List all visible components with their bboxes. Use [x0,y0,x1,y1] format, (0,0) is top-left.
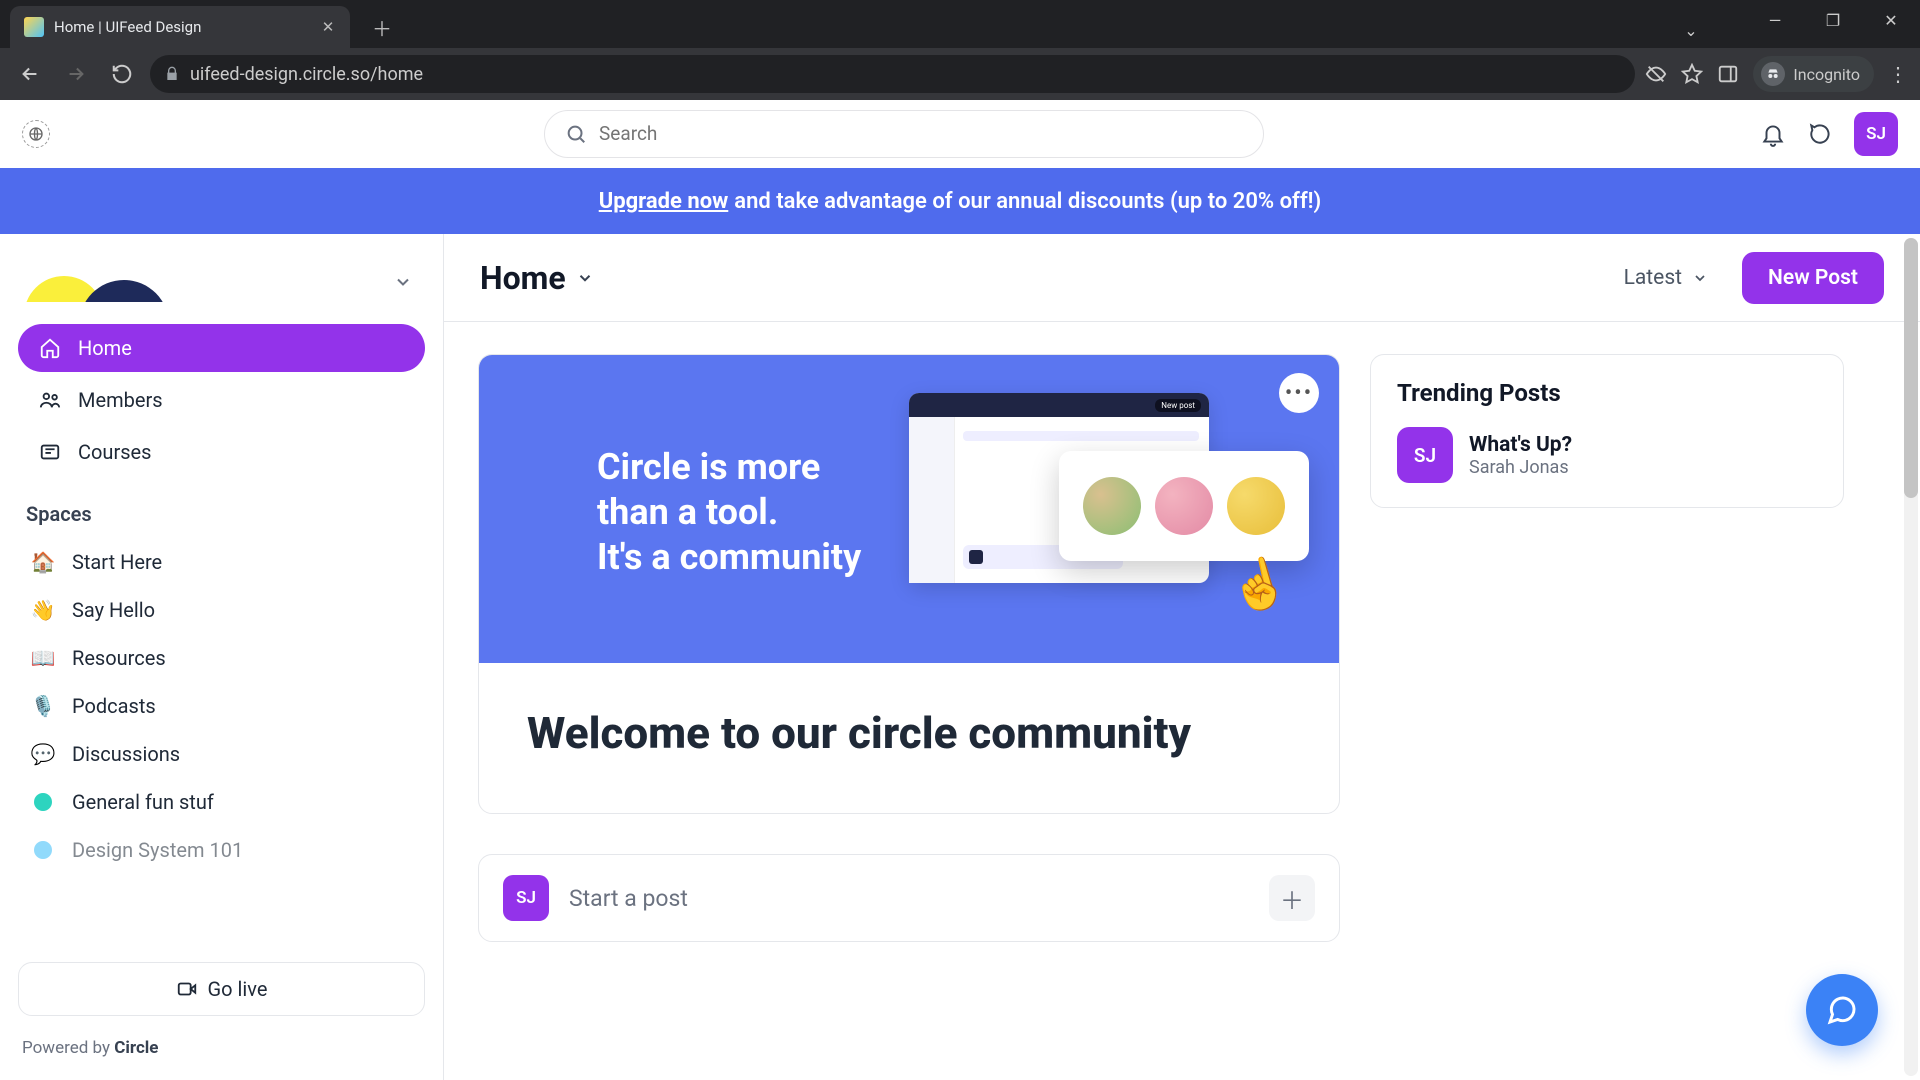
courses-icon [38,440,62,464]
incognito-badge[interactable]: Incognito [1753,56,1874,92]
trending-card: Trending Posts SJ What's Up? Sarah Jonas [1370,354,1844,508]
trending-avatar: SJ [1397,427,1453,483]
scrollbar-thumb[interactable] [1904,238,1918,498]
page-title: Home [480,259,566,297]
teal-dot-icon [34,793,52,811]
compose-add-icon[interactable]: ＋ [1269,875,1315,921]
window-maximize-button[interactable]: ❐ [1804,0,1862,40]
wave-emoji-icon: 👋 [30,598,56,622]
compose-placeholder[interactable]: Start a post [569,885,1249,912]
tab-search-chevron-icon[interactable]: ⌄ [1662,10,1720,50]
powered-by[interactable]: Powered by Circle [18,1032,425,1066]
home-icon [38,336,62,360]
browser-tab[interactable]: Home | UIFeed Design ✕ [10,6,350,48]
tab-title: Home | UIFeed Design [54,18,310,36]
incognito-label: Incognito [1793,65,1860,84]
go-live-label: Go live [208,977,268,1001]
sidebar-label: Home [78,336,132,360]
space-label: Resources [72,646,166,670]
tab-close-icon[interactable]: ✕ [320,19,336,35]
go-live-button[interactable]: Go live [18,962,425,1016]
nav-forward-button[interactable] [58,56,94,92]
hero-illustration: New post ☝️ [909,393,1269,623]
notifications-icon[interactable] [1758,119,1788,149]
sort-dropdown[interactable]: Latest [1624,266,1708,290]
incognito-icon [1761,62,1785,86]
space-label: Design System 101 [72,838,243,862]
search-input[interactable] [599,122,1243,145]
lock-icon [164,66,180,82]
space-item-resources[interactable]: 📖 Resources [18,634,425,682]
trending-title: Trending Posts [1397,379,1817,407]
search-icon [565,123,587,145]
window-close-button[interactable]: ✕ [1862,0,1920,40]
chevron-down-icon [576,269,594,287]
post-menu-icon[interactable]: ••• [1279,373,1319,413]
chevron-down-icon [1692,270,1708,286]
space-item-general-fun[interactable]: General fun stuf [18,778,425,826]
hero-line: Circle is more [597,445,861,490]
hero-line: than a tool. [597,490,861,535]
search-box[interactable] [544,110,1264,158]
space-item-say-hello[interactable]: 👋 Say Hello [18,586,425,634]
favicon [24,17,44,37]
compose-card[interactable]: SJ Start a post ＋ [478,854,1340,942]
browser-menu-icon[interactable]: ⋮ [1888,62,1908,86]
compose-avatar: SJ [503,875,549,921]
trending-item[interactable]: SJ What's Up? Sarah Jonas [1397,427,1817,483]
video-icon [176,978,198,1000]
sidebar-item-home[interactable]: Home [18,324,425,372]
bookmark-star-icon[interactable] [1681,63,1703,85]
url-text: uifeed-design.circle.so/home [190,64,423,85]
new-post-button[interactable]: New Post [1742,252,1884,304]
welcome-heading: Welcome to our circle community [527,707,1291,759]
blue-dot-icon [34,841,52,859]
space-label: Podcasts [72,694,156,718]
book-emoji-icon: 📖 [30,646,56,670]
space-item-start-here[interactable]: 🏠 Start Here [18,538,425,586]
trending-post-author: Sarah Jonas [1469,457,1572,478]
hero-line: It's a community [597,535,861,580]
nav-back-button[interactable] [12,56,48,92]
welcome-card[interactable]: ••• Circle is more than a tool. It's a c… [478,354,1340,814]
sort-label: Latest [1624,266,1682,290]
space-item-design-system[interactable]: Design System 101 [18,826,425,874]
user-avatar[interactable]: SJ [1854,112,1898,156]
space-label: General fun stuf [72,790,214,814]
new-tab-button[interactable]: ＋ [364,9,400,45]
messages-icon[interactable] [1806,119,1836,149]
promo-banner: Upgrade now and take advantage of our an… [0,168,1920,234]
workspace-logo[interactable] [24,262,164,302]
house-emoji-icon: 🏠 [30,550,56,574]
nav-reload-button[interactable] [104,56,140,92]
space-label: Start Here [72,550,162,574]
workspace-switcher-icon[interactable] [22,120,50,148]
sidebar: Home Members Courses Spaces 🏠 Start Here [0,234,444,1080]
spaces-section-label: Spaces [18,480,425,538]
space-item-podcasts[interactable]: 🎙️ Podcasts [18,682,425,730]
sidebar-label: Members [78,388,163,412]
promo-text: and take advantage of our annual discoun… [734,189,1321,214]
address-bar[interactable]: uifeed-design.circle.so/home [150,55,1635,93]
space-item-discussions[interactable]: 💬 Discussions [18,730,425,778]
sidebar-label: Courses [78,440,151,464]
members-icon [38,388,62,412]
hero-banner: ••• Circle is more than a tool. It's a c… [479,355,1339,663]
window-minimize-button[interactable]: ― [1746,0,1804,40]
upgrade-link[interactable]: Upgrade now [599,189,729,214]
space-label: Say Hello [72,598,155,622]
mic-emoji-icon: 🎙️ [30,694,56,718]
sidebar-item-members[interactable]: Members [18,376,425,424]
trending-post-title: What's Up? [1469,433,1572,457]
speech-emoji-icon: 💬 [30,742,56,766]
tracking-icon[interactable] [1645,63,1667,85]
sidebar-item-courses[interactable]: Courses [18,428,425,476]
sidepanel-icon[interactable] [1717,63,1739,85]
chat-fab[interactable] [1806,974,1878,1046]
page-title-dropdown[interactable]: Home [480,259,594,297]
space-label: Discussions [72,742,180,766]
workspace-menu-chevron-icon[interactable] [387,266,419,298]
